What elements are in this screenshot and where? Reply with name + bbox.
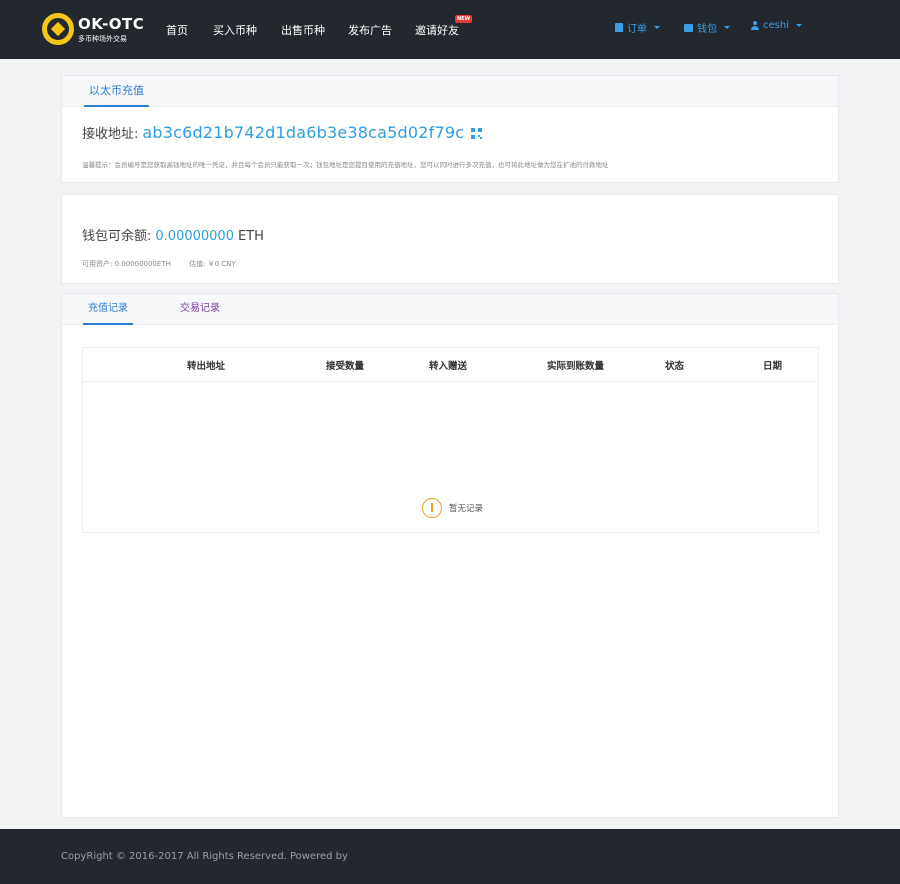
records-panel: 充值记录 交易记录 转出地址 接受数量 转入赠送 实际到账数量 状态 日期 暂无… xyxy=(61,293,839,818)
nav-home[interactable]: 首页 xyxy=(166,22,188,38)
caret-down-icon xyxy=(795,24,802,27)
valuation: 估值: ￥0 CNY xyxy=(189,260,236,268)
top-navbar: OK-OTC 多币种场外交易 首页 买入币种 出售币种 发布广告 邀请好友 NE… xyxy=(0,0,900,59)
copyright-text: CopyRight © 2016-2017 All Rights Reserve… xyxy=(61,851,348,862)
user-dropdown[interactable]: ceshi xyxy=(751,20,802,31)
logo-mark-icon xyxy=(42,13,74,45)
wallet-dropdown[interactable]: 钱包 xyxy=(684,20,730,35)
orders-dropdown[interactable]: 订单 xyxy=(615,20,660,35)
clipboard-icon xyxy=(615,23,623,32)
column-header: 转入赠送 xyxy=(429,361,468,372)
column-header: 接受数量 xyxy=(326,361,365,372)
address-row: 接收地址: ab3c6d21b742d1da6b3e38ca5d02f79c xyxy=(82,123,483,142)
wallet-icon xyxy=(684,23,693,32)
column-header: 转出地址 xyxy=(187,361,226,372)
username-label: ceshi xyxy=(763,20,789,31)
brand-name: OK-OTC xyxy=(78,15,145,33)
balance-unit: ETH xyxy=(237,229,264,244)
brand-logo[interactable]: OK-OTC 多币种场外交易 xyxy=(42,13,152,47)
column-header: 状态 xyxy=(665,361,685,372)
nav-invite[interactable]: 邀请好友 xyxy=(415,22,459,38)
user-icon xyxy=(751,21,759,30)
qrcode-icon[interactable] xyxy=(471,128,483,139)
tab-trade-records[interactable]: 交易记录 xyxy=(175,294,225,325)
orders-label: 订单 xyxy=(627,24,647,35)
brand-tagline: 多币种场外交易 xyxy=(78,35,127,43)
nav-buy[interactable]: 买入币种 xyxy=(213,22,257,38)
empty-state: 暂无记录 xyxy=(422,498,483,518)
balance-panel: 钱包可余额: 0.00000000 ETH 可用资产: 0.00000000ET… xyxy=(61,194,839,284)
balance-details: 可用资产: 0.00000000ETH 估值: ￥0 CNY xyxy=(82,259,252,269)
records-table: 转出地址 接受数量 转入赠送 实际到账数量 状态 日期 暂无记录 xyxy=(82,347,819,533)
recharge-tabbar: 以太币充值 xyxy=(62,76,838,107)
footer: CopyRight © 2016-2017 All Rights Reserve… xyxy=(0,829,900,884)
recharge-tip: 温馨提示：会员编号是您获取高钱地址的唯一凭证，并且每个会员只能获取一次；钱包地址… xyxy=(82,161,609,169)
balance-row: 钱包可余额: 0.00000000 ETH xyxy=(82,225,264,244)
available-assets: 可用资产: 0.00000000ETH xyxy=(82,260,171,268)
tab-recharge-records[interactable]: 充值记录 xyxy=(83,294,133,325)
empty-text: 暂无记录 xyxy=(449,504,484,514)
receive-address[interactable]: ab3c6d21b742d1da6b3e38ca5d02f79c xyxy=(142,123,464,142)
records-tabbar: 充值记录 交易记录 xyxy=(62,294,838,325)
new-badge: NEW xyxy=(455,15,473,23)
nav-post-ad[interactable]: 发布广告 xyxy=(348,22,392,38)
nav-sell[interactable]: 出售币种 xyxy=(281,22,325,38)
column-header: 日期 xyxy=(763,361,783,372)
caret-down-icon xyxy=(724,26,730,29)
balance-value: 0.00000000 xyxy=(155,229,234,244)
address-label: 接收地址: xyxy=(82,127,139,142)
info-icon xyxy=(422,498,442,518)
balance-label: 钱包可余额: xyxy=(82,229,152,244)
wallet-label: 钱包 xyxy=(697,24,717,35)
table-header: 转出地址 接受数量 转入赠送 实际到账数量 状态 日期 xyxy=(83,348,818,382)
recharge-panel: 以太币充值 接收地址: ab3c6d21b742d1da6b3e38ca5d02… xyxy=(61,75,839,183)
tab-eth-recharge[interactable]: 以太币充值 xyxy=(84,76,149,107)
column-header: 实际到账数量 xyxy=(547,361,605,372)
caret-down-icon xyxy=(654,26,660,29)
